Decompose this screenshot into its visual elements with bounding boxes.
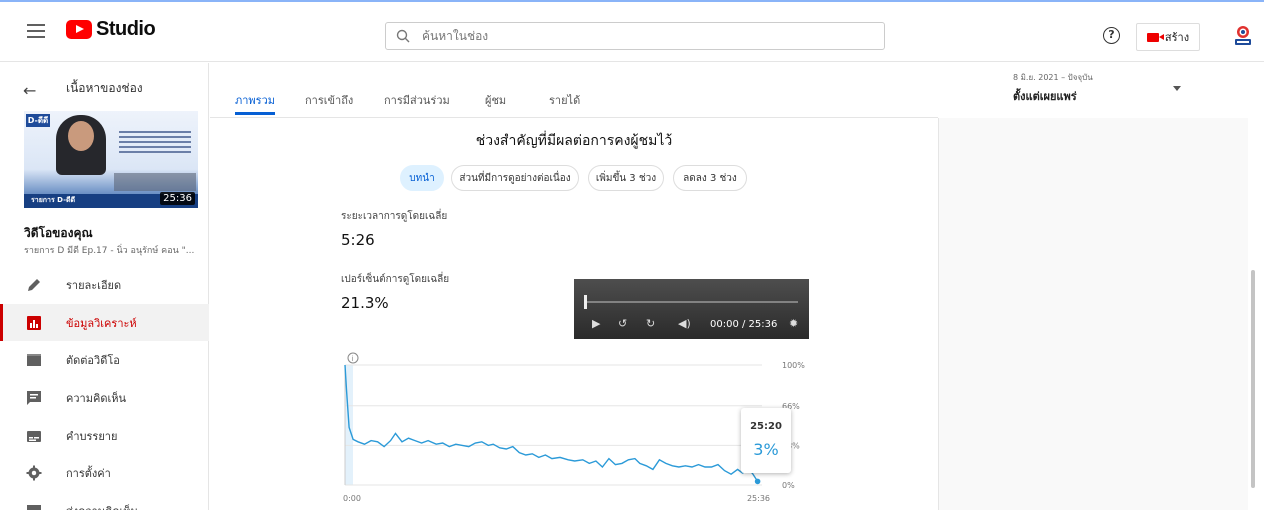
player-time: 00:00 / 25:36: [710, 319, 778, 330]
left-sidebar: ← เนื้อหาของช่อง D-ดีดี รายการ D-ดีดี 25…: [0, 63, 209, 510]
sidebar-item-label: ความคิดเห็น: [66, 391, 126, 405]
chip-continuous[interactable]: ส่วนที่มีการดูอย่างต่อเนื่อง: [451, 165, 579, 191]
video-preview-player[interactable]: ▶ ↺ ↻ ◀) 00:00 / 25:36 ✹: [574, 279, 809, 339]
tab-overview[interactable]: ภาพรวม: [235, 91, 275, 109]
sidebar-item-settings[interactable]: การตั้งค่า: [0, 454, 209, 491]
sidebar-item-comments[interactable]: ความคิดเห็น: [0, 379, 209, 416]
sidebar-item-feedback[interactable]: ส่งความคิดเห็น: [0, 492, 209, 510]
forward-icon[interactable]: ↻: [646, 317, 655, 330]
info-icon-glyph: i: [352, 355, 354, 363]
help-icon[interactable]: ?: [1103, 27, 1120, 44]
sidebar-item-label: ตัดต่อวิดีโอ: [66, 353, 120, 367]
top-bar: Studio ค้นหาในช่อง ? สร้าง: [0, 2, 1264, 62]
date-range-picker[interactable]: 8 มิ.ย. 2021 – ปัจจุบัน ตั้งแต่เผยแพร่: [1013, 71, 1093, 105]
comment-icon: [27, 390, 41, 405]
y-tick-label: 100%: [782, 361, 805, 370]
thumbnail-text-lines: [119, 131, 191, 156]
studio-logo[interactable]: Studio: [66, 18, 156, 41]
volume-icon[interactable]: ◀): [678, 317, 691, 330]
thumbnail-banner-text: รายการ D-ดีดี: [31, 196, 76, 204]
avg-duration-label: ระยะเวลาการดูโดยเฉลี่ย: [341, 211, 448, 222]
search-icon: [396, 29, 410, 43]
retention-chart[interactable]: 100%66%33%0%0:0025:36i: [335, 345, 810, 505]
hamburger-menu-icon[interactable]: [27, 24, 45, 38]
analytics-tabs: ภาพรวม การเข้าถึง การมีส่วนร่วม ผู้ชม รา…: [210, 63, 938, 118]
chip-spikes[interactable]: เพิ่มขึ้น 3 ช่วง: [588, 165, 664, 191]
clapper-icon: [27, 353, 41, 366]
date-range-text: 8 มิ.ย. 2021 – ปัจจุบัน: [1013, 73, 1093, 82]
subtitles-icon: [27, 430, 41, 442]
sidebar-item-label: คำบรรยาย: [66, 429, 118, 443]
video-thumbnail[interactable]: D-ดีดี รายการ D-ดีดี 25:36: [24, 111, 198, 208]
gear-icon: [26, 465, 42, 480]
channel-content-link[interactable]: เนื้อหาของช่อง: [66, 79, 143, 98]
sidebar-item-editor[interactable]: ตัดต่อวิดีโอ: [0, 341, 209, 378]
tooltip-value: 3%: [753, 440, 779, 459]
sidebar-item-analytics[interactable]: ข้อมูลวิเคราะห์: [0, 304, 209, 341]
video-duration-badge: 25:36: [160, 192, 195, 205]
back-arrow-icon[interactable]: ←: [23, 81, 36, 100]
tab-reach[interactable]: การเข้าถึง: [305, 91, 353, 109]
x-tick-label: 25:36: [747, 494, 770, 503]
avg-percentage-label: เปอร์เซ็นต์การดูโดยเฉลี่ย: [341, 274, 450, 285]
avg-percentage-value: 21.3%: [341, 294, 389, 312]
sidebar-item-subtitles[interactable]: คำบรรยาย: [0, 417, 209, 454]
video-camera-icon: [1146, 32, 1164, 42]
thumbnail-crowd: [114, 173, 196, 191]
retention-title: ช่วงสำคัญที่มีผลต่อการคงผู้ชมไว้: [475, 133, 673, 149]
video-title: รายการ D มีดี Ep.17 - นิ่ว อนุรักษ์ คอน …: [24, 246, 195, 256]
active-tab-underline: [235, 112, 275, 115]
search-placeholder: ค้นหาในช่อง: [422, 28, 489, 43]
y-tick-label: 0%: [782, 481, 795, 490]
tab-revenue[interactable]: รายได้: [549, 91, 580, 109]
right-panel: [938, 118, 1248, 510]
gear-icon[interactable]: ✹: [789, 317, 798, 330]
app-root: Studio ค้นหาในช่อง ? สร้าง ← เนื้อหาของช…: [0, 0, 1264, 510]
chip-intro[interactable]: บทนำ: [400, 165, 444, 191]
thumbnail-face: [68, 121, 94, 151]
video-section-title: วิดีโอของคุณ: [24, 226, 93, 240]
sidebar-item-label: ข้อมูลวิเคราะห์: [66, 316, 137, 330]
thumbnail-logo: D-ดีดี: [26, 114, 50, 127]
tab-audience[interactable]: ผู้ชม: [485, 91, 506, 109]
retention-line: [344, 364, 759, 482]
sidebar-item-label: การตั้งค่า: [66, 466, 111, 480]
create-button[interactable]: สร้าง: [1136, 23, 1200, 51]
rewind-icon[interactable]: ↺: [618, 317, 627, 330]
play-icon[interactable]: ▶: [592, 317, 600, 330]
avg-duration-value: 5:26: [341, 231, 375, 249]
x-tick-label: 0:00: [343, 494, 361, 503]
pencil-icon: [28, 278, 40, 291]
chart-tooltip: 25:20 3%: [741, 408, 791, 473]
feedback-icon: [27, 504, 41, 510]
hover-point: [754, 478, 761, 485]
tooltip-time: 25:20: [750, 421, 782, 432]
chevron-down-icon[interactable]: [1173, 86, 1181, 91]
scrollbar[interactable]: [1251, 270, 1255, 488]
date-range-label: ตั้งแต่เผยแพร่: [1013, 90, 1077, 103]
player-scrub-handle[interactable]: [584, 295, 587, 309]
avatar[interactable]: [1232, 24, 1254, 48]
sidebar-item-label: รายละเอียด: [66, 278, 122, 292]
create-label: สร้าง: [1164, 31, 1190, 44]
sidebar-item-label: ส่งความคิดเห็น: [66, 502, 138, 510]
tab-engagement[interactable]: การมีส่วนร่วม: [384, 91, 450, 109]
player-progress-track[interactable]: [586, 301, 798, 303]
chip-dips[interactable]: ลดลง 3 ช่วง: [673, 165, 747, 191]
youtube-play-icon: [66, 20, 92, 39]
logo-text: Studio: [96, 18, 156, 40]
analytics-icon: [27, 315, 41, 330]
sidebar-item-details[interactable]: รายละเอียด: [0, 266, 209, 303]
search-input[interactable]: ค้นหาในช่อง: [385, 22, 885, 50]
